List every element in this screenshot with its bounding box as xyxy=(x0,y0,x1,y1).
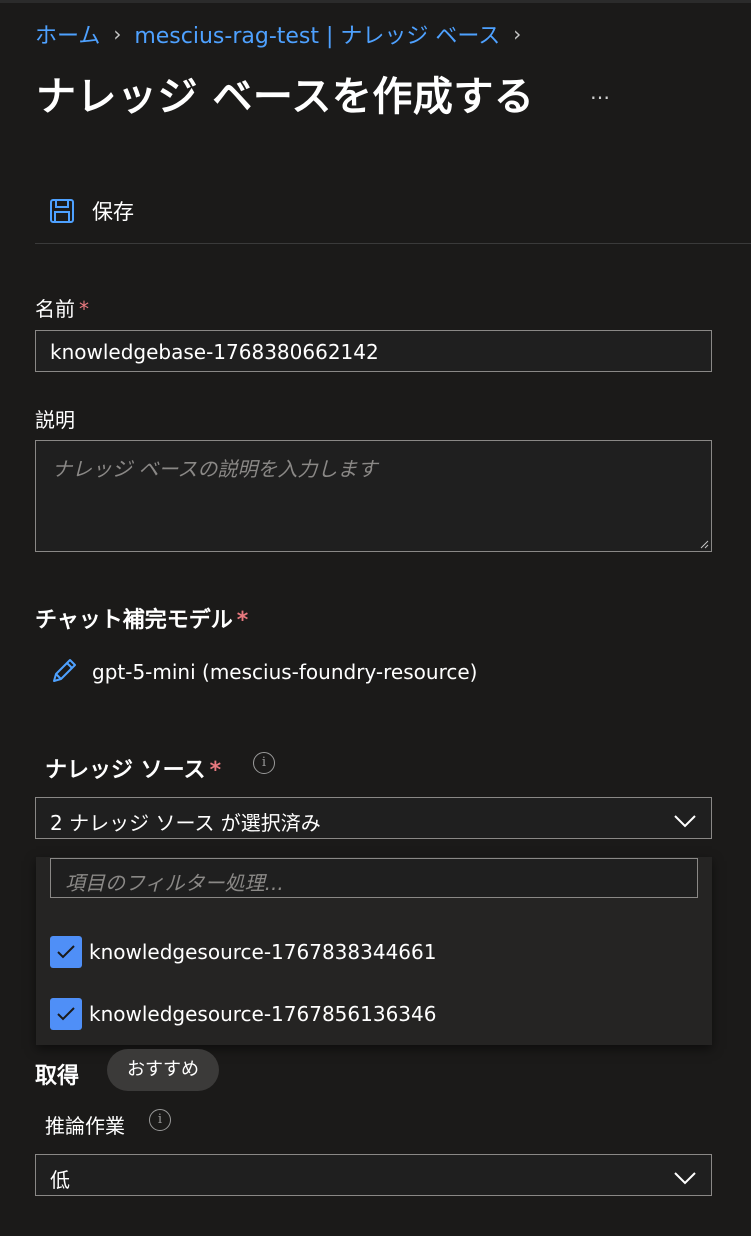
retrieval-label: 取得 xyxy=(35,1064,80,1089)
required-mark: * xyxy=(236,608,249,633)
knowledge-source-label: ナレッジ ソース * xyxy=(45,752,221,784)
breadcrumb-home[interactable]: ホーム xyxy=(35,18,100,50)
save-label: 保存 xyxy=(92,200,134,224)
breadcrumb-knowledge-base[interactable]: mescius-rag-test | ナレッジ ベース xyxy=(134,18,500,50)
name-label-text: 名前 xyxy=(35,297,75,321)
knowledge-source-option[interactable]: knowledgesource-1767856136346 xyxy=(50,998,436,1030)
checkbox-checked-icon[interactable] xyxy=(50,936,82,968)
page-title: ナレッジ ベースを作成する xyxy=(36,74,535,120)
save-icon xyxy=(48,197,76,225)
option-label: knowledgesource-1767838344661 xyxy=(89,940,437,964)
recommended-badge: おすすめ xyxy=(107,1049,219,1091)
knowledge-source-dropdown[interactable]: 2 ナレッジ ソース が選択済み xyxy=(35,797,712,839)
knowledge-source-selected: 2 ナレッジ ソース が選択済み xyxy=(50,811,321,835)
description-placeholder: ナレッジ ベースの説明を入力します xyxy=(52,457,378,481)
description-textarea[interactable]: ナレッジ ベースの説明を入力します xyxy=(35,440,712,552)
breadcrumb: ホーム › mescius-rag-test | ナレッジ ベース › xyxy=(35,18,534,50)
name-input[interactable]: knowledgebase-1768380662142 xyxy=(35,330,712,372)
reasoning-effort-label: 推論作業 xyxy=(45,1114,125,1138)
toolbar-divider xyxy=(35,243,751,244)
info-icon[interactable]: i xyxy=(149,1109,171,1131)
filter-input[interactable]: 項目のフィルター処理... xyxy=(50,858,698,898)
chevron-down-icon xyxy=(673,1167,697,1191)
chevron-right-icon: › xyxy=(513,22,522,46)
more-options-button[interactable]: … xyxy=(590,80,611,104)
resize-grip-icon[interactable] xyxy=(699,539,709,549)
knowledge-source-label-text: ナレッジ ソース xyxy=(45,758,206,783)
top-border xyxy=(0,0,751,3)
name-input-value: knowledgebase-1768380662142 xyxy=(50,340,379,364)
chevron-down-icon xyxy=(673,810,697,834)
knowledge-source-option[interactable]: knowledgesource-1767838344661 xyxy=(50,936,436,968)
filter-placeholder: 項目のフィルター処理... xyxy=(65,871,284,895)
reasoning-effort-dropdown[interactable]: 低 xyxy=(35,1154,712,1196)
chat-model-selector[interactable]: gpt-5-mini (mescius-foundry-resource) xyxy=(50,655,477,689)
chat-model-value: gpt-5-mini (mescius-foundry-resource) xyxy=(92,660,478,684)
knowledge-source-options-panel: 項目のフィルター処理... knowledgesource-1767838344… xyxy=(36,857,712,1045)
required-mark: * xyxy=(209,758,222,783)
reasoning-effort-value: 低 xyxy=(50,1168,70,1192)
save-button[interactable]: 保存 xyxy=(48,196,134,226)
description-label: 説明 xyxy=(35,408,75,432)
checkbox-checked-icon[interactable] xyxy=(50,998,82,1030)
edit-pencil-icon[interactable] xyxy=(50,655,78,689)
chat-model-label: チャット補完モデル * xyxy=(35,602,248,634)
chat-model-label-text: チャット補完モデル xyxy=(35,608,233,633)
info-icon[interactable]: i xyxy=(253,752,275,774)
option-label: knowledgesource-1767856136346 xyxy=(89,1002,437,1026)
required-mark: * xyxy=(79,297,89,321)
name-label: 名前 * xyxy=(35,293,89,322)
chevron-right-icon: › xyxy=(113,22,122,46)
